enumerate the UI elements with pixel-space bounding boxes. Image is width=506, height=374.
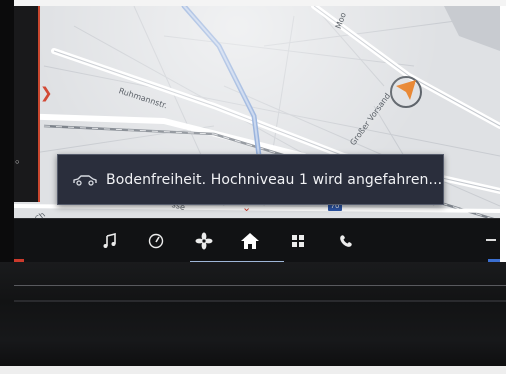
notification-toast[interactable]: Bodenfreiheit. Hochniveau 1 wird angefah…: [57, 154, 444, 205]
music-note-icon[interactable]: [96, 229, 124, 253]
chevron-right-icon[interactable]: ❯: [40, 84, 53, 102]
bottom-nav-bar: [14, 218, 500, 264]
car-display-photo: Ruhmannstr. Großer Vorsand Moo Ch sse 70…: [0, 0, 506, 374]
fan-icon[interactable]: [190, 229, 218, 253]
notification-message: Bodenfreiheit. Hochniveau 1 wird angefah…: [106, 171, 443, 188]
trim-groove: [14, 300, 506, 302]
bottom-edge: [0, 366, 506, 374]
speedometer-icon[interactable]: [142, 229, 170, 253]
home-icon[interactable]: [236, 229, 264, 253]
trim-line: [14, 285, 506, 286]
minus-icon[interactable]: [486, 239, 496, 241]
dashboard-trim: [0, 262, 506, 374]
phone-icon[interactable]: [332, 229, 360, 253]
apps-grid-icon[interactable]: [284, 229, 312, 253]
side-panel-icon: ◦: [14, 156, 21, 169]
infotainment-screen: Ruhmannstr. Großer Vorsand Moo Ch sse 70…: [14, 6, 500, 264]
car-icon: [72, 173, 102, 187]
side-panel[interactable]: [14, 6, 40, 202]
